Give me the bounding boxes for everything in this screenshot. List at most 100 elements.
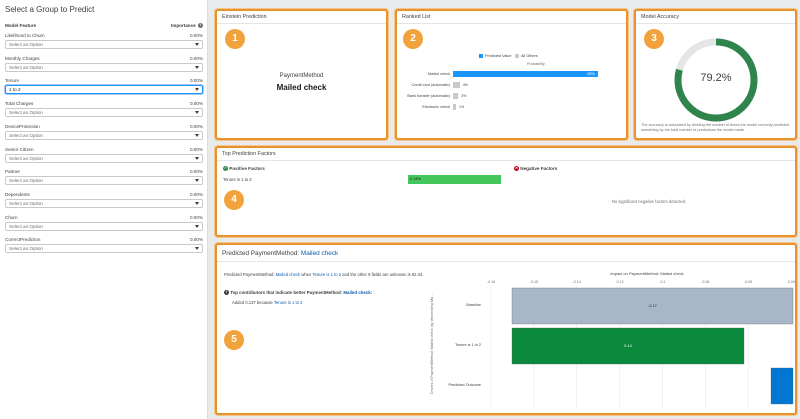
x-tick-label: -0.1 bbox=[659, 280, 665, 284]
prediction-summary: Predicted PaymentMethod: Mailed check wh… bbox=[224, 272, 424, 277]
x-tick-label: -0.06 bbox=[744, 280, 752, 284]
feature-row: Dependents 0.00% Select an Option bbox=[5, 192, 203, 214]
feature-select[interactable]: Select an Option bbox=[5, 153, 203, 163]
chevron-down-icon bbox=[195, 133, 199, 137]
feature-select[interactable]: Select an Option bbox=[5, 176, 203, 186]
x-tick-label: -0.08 bbox=[701, 280, 709, 284]
ranked-bar[interactable] bbox=[453, 104, 456, 110]
feature-select[interactable]: 1 to 2 bbox=[5, 85, 203, 95]
ranked-row-label: Bank transfer (automatic) bbox=[407, 94, 450, 98]
feature-row: Total Charges 0.00% Select an Option bbox=[5, 101, 203, 123]
feature-select[interactable]: Select an Option bbox=[5, 221, 203, 231]
importance-column-header: Importance i bbox=[170, 23, 203, 29]
ranked-bar[interactable] bbox=[453, 93, 459, 99]
positive-factor-bar: 0.14% bbox=[408, 175, 501, 184]
feature-select[interactable]: Select an Option bbox=[5, 62, 203, 72]
card-title: Model Accuracy bbox=[641, 14, 680, 20]
prediction-field: PaymentMethod bbox=[279, 73, 324, 79]
info-icon: i bbox=[224, 290, 229, 296]
feature-row: Senior Citizen 0.00% Select an Option bbox=[5, 147, 203, 169]
predicted-details-card: Predicted PaymentMethod: Mailed check 5 … bbox=[215, 243, 797, 415]
legend-label-others: All Others bbox=[521, 54, 538, 58]
positive-factors-heading: ✓ Positive Factors bbox=[223, 166, 265, 172]
legend-swatch-predicted bbox=[479, 54, 483, 58]
accuracy-description: The accuracy is calculated by dividing t… bbox=[641, 123, 790, 132]
chevron-down-icon bbox=[195, 156, 199, 160]
feature-importance: 0.00% bbox=[189, 55, 203, 61]
feature-row: Churn 0.00% Select an Option bbox=[5, 215, 203, 237]
feature-select[interactable]: Select an Option bbox=[5, 40, 203, 49]
feature-importance: 0.00% bbox=[189, 78, 203, 84]
feature-select[interactable]: Select an Option bbox=[5, 108, 203, 118]
close-icon: ✕ bbox=[514, 166, 519, 172]
feature-row: Partner 0.00% Select an Option bbox=[5, 169, 203, 191]
ranked-bar-value: 85% bbox=[587, 72, 595, 76]
y-category-label: Baseline bbox=[466, 303, 481, 307]
summary-link-value[interactable]: Mailed check bbox=[276, 272, 300, 277]
impact-bar-value: 0.14 bbox=[624, 344, 631, 348]
ranked-bar-value: 4% bbox=[462, 83, 468, 87]
feature-importance: 0.00% bbox=[189, 214, 203, 220]
feature-importance: 0.00% bbox=[189, 33, 203, 38]
axis-label: Probability bbox=[527, 62, 545, 66]
ranked-list-card: Ranked List 2 Predicted Value All Others… bbox=[395, 9, 628, 140]
ranked-bar[interactable] bbox=[453, 82, 460, 88]
x-tick-label: -0.04 bbox=[787, 280, 795, 284]
feature-row: Likelihood to Churn 0.00% Select an Option bbox=[5, 33, 203, 55]
feature-row: Monthly Charges 0.00% Select an Option bbox=[5, 56, 203, 78]
model-accuracy-card: Model Accuracy 3 79.2% The accuracy is c… bbox=[634, 9, 797, 140]
feature-importance: 0.00% bbox=[189, 123, 203, 129]
impact-bar-value: -0.17 bbox=[648, 304, 657, 308]
legend-label-predicted: Predicted Value bbox=[485, 54, 512, 58]
ranked-row-label: Credit card (automatic) bbox=[411, 83, 450, 87]
chart-y-axis-label-wrap: Drivers of PaymentMethod: Mailed check (… bbox=[427, 280, 437, 410]
panel-title: Select a Group to Predict bbox=[5, 5, 95, 14]
feature-importance: 0.00% bbox=[189, 169, 203, 175]
feature-select[interactable]: Select an Option bbox=[5, 198, 203, 208]
feature-label: Senior Citizen bbox=[5, 146, 34, 152]
feature-label: Churn bbox=[5, 214, 18, 220]
info-icon[interactable]: i bbox=[198, 23, 203, 29]
chevron-down-icon bbox=[195, 65, 199, 69]
ranked-row-label: Mailed check bbox=[427, 72, 450, 76]
chevron-down-icon bbox=[195, 247, 199, 251]
impact-bar[interactable] bbox=[770, 367, 794, 405]
feature-table-header: Model Feature Importance i bbox=[5, 23, 203, 29]
chevron-down-icon bbox=[195, 224, 199, 228]
x-tick-label: -0.14 bbox=[573, 280, 581, 284]
impact-chart: -0.16 -0.15 -0.14 -0.12 -0.1 -0.08 -0.06 -0.04 B… bbox=[449, 280, 795, 408]
chart-y-axis-label: Drivers of PaymentMethod: Mailed check (… bbox=[430, 294, 434, 394]
contributor-item: Added 0.137 because Tenure is 1 to 2 bbox=[232, 300, 303, 305]
negative-factors-empty: No significant negative factors detected… bbox=[611, 199, 687, 204]
feature-importance: 0.00% bbox=[189, 191, 203, 197]
card-title: Einstein Prediction bbox=[222, 14, 267, 20]
einstein-prediction-card: Einstein Prediction 1 PaymentMethod Mail… bbox=[215, 9, 388, 140]
check-icon: ✓ bbox=[223, 166, 228, 172]
y-category-label: Predicted Outcome bbox=[449, 383, 482, 387]
card-title: Top Prediction Factors bbox=[222, 151, 276, 157]
feature-row: CorrectPrediction 0.00% Select an Option bbox=[5, 237, 203, 259]
feature-select[interactable]: Select an Option bbox=[5, 130, 203, 140]
feature-label: Partner bbox=[5, 169, 21, 175]
feature-column-header: Model Feature bbox=[5, 23, 37, 28]
chevron-down-icon bbox=[195, 179, 199, 183]
chevron-down-icon bbox=[195, 111, 199, 115]
feature-label: Total Charges bbox=[5, 101, 34, 107]
feature-label: Monthly Charges bbox=[5, 55, 40, 61]
accuracy-value: 79.2% bbox=[700, 72, 732, 84]
ranked-bar[interactable] bbox=[453, 71, 598, 77]
step-badge: 1 bbox=[225, 29, 245, 49]
feature-label: DeviceProtection bbox=[5, 123, 40, 129]
feature-label: Likelihood to Churn bbox=[5, 33, 45, 38]
feature-importance: 0.00% bbox=[189, 101, 203, 107]
ranked-bar-chart: Mailed check 85% Credit card (automatic) 4%… bbox=[397, 71, 626, 116]
group-selector-panel: Select a Group to Predict Model Feature … bbox=[0, 0, 208, 419]
x-tick-label: -0.15 bbox=[530, 280, 538, 284]
feature-select[interactable]: Select an Option bbox=[5, 244, 203, 254]
top-prediction-factors-card: Top Prediction Factors 4 ✓ Positive Fact… bbox=[215, 146, 797, 237]
feature-label: Tenure bbox=[5, 78, 20, 84]
contributor-link[interactable]: Tenure is 1 to 2 bbox=[274, 300, 303, 305]
contributors-heading: i Top contributors that indicate better … bbox=[224, 290, 373, 296]
step-badge: 2 bbox=[403, 29, 423, 49]
summary-link-condition[interactable]: Tenure is 1 to 2 bbox=[312, 272, 341, 277]
